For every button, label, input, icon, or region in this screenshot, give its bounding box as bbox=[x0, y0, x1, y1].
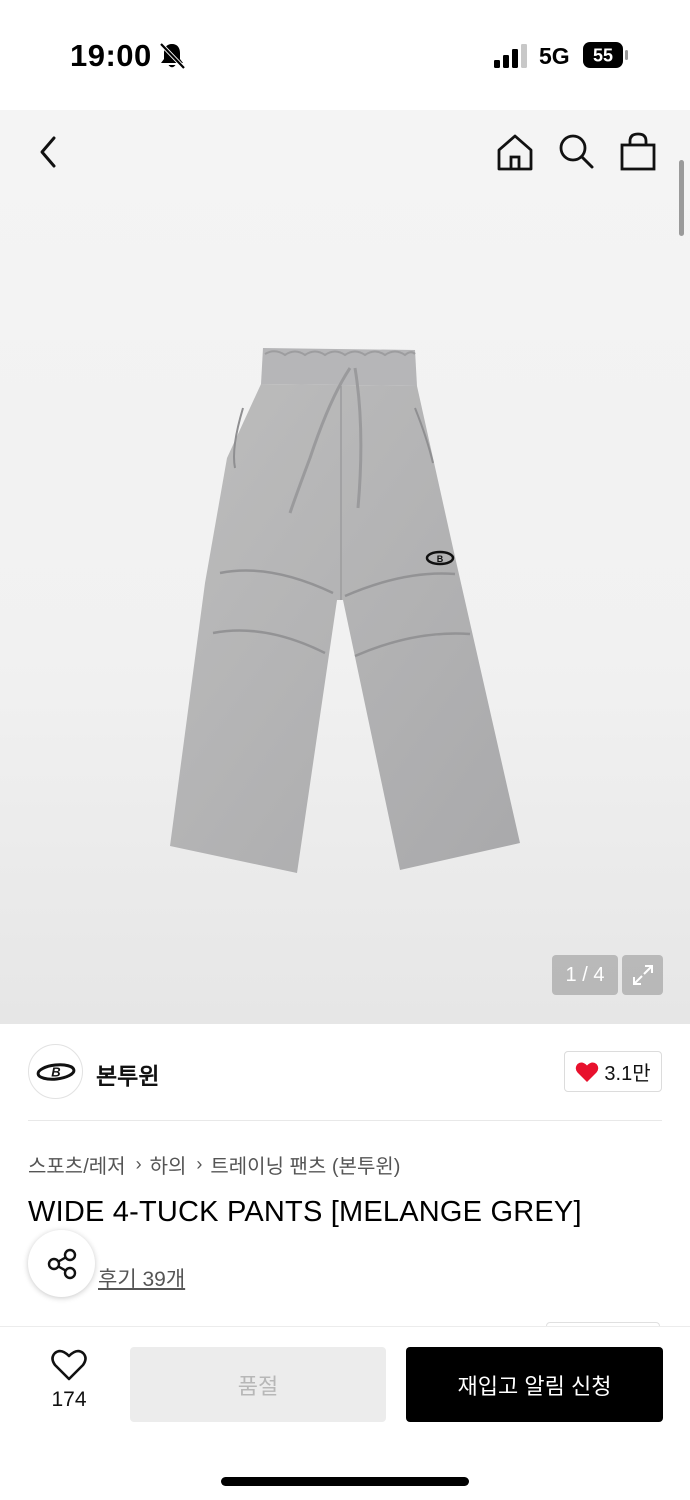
heart-filled-icon bbox=[576, 1062, 599, 1082]
brand-row: B 본투윈 3.1만 bbox=[0, 1024, 690, 1120]
bottom-action-bar: 174 품절 재입고 알림 신청 bbox=[0, 1326, 690, 1500]
home-icon[interactable] bbox=[493, 130, 537, 174]
status-bar: 19:00 5G 55 bbox=[0, 0, 690, 110]
chevron-right-icon: › bbox=[196, 1154, 203, 1174]
image-pager: 1 / 4 bbox=[552, 955, 618, 995]
battery-icon: 55 bbox=[583, 42, 628, 68]
restock-alert-button[interactable]: 재입고 알림 신청 bbox=[406, 1347, 663, 1422]
status-time: 19:00 bbox=[70, 38, 152, 73]
svg-text:B: B bbox=[437, 554, 444, 564]
battery-level: 55 bbox=[593, 46, 613, 66]
bell-off-icon bbox=[159, 42, 186, 70]
breadcrumb-item-subcategory[interactable]: 하의 bbox=[150, 1150, 187, 1179]
chevron-right-icon: › bbox=[135, 1154, 142, 1174]
wishlist-button[interactable]: 174 bbox=[38, 1349, 100, 1421]
product-image-pants: B bbox=[170, 348, 520, 873]
top-nav bbox=[0, 110, 690, 200]
home-indicator[interactable] bbox=[221, 1477, 469, 1486]
brand-like-count: 3.1만 bbox=[604, 1063, 651, 1085]
share-button[interactable] bbox=[28, 1230, 95, 1297]
shopping-bag-icon[interactable] bbox=[616, 130, 660, 174]
breadcrumb: 스포츠/레저 › 하의 › 트레이닝 팬츠 (본투윈) bbox=[28, 1150, 400, 1179]
expand-button[interactable] bbox=[622, 955, 663, 995]
wishlist-count: 174 bbox=[51, 1388, 87, 1411]
expand-icon bbox=[632, 965, 653, 985]
product-title: WIDE 4-TUCK PANTS [MELANGE GREY] bbox=[28, 1196, 582, 1228]
divider bbox=[28, 1120, 662, 1121]
share-icon bbox=[47, 1248, 76, 1279]
soldout-button: 품절 bbox=[130, 1347, 386, 1422]
back-arrow-icon[interactable] bbox=[26, 130, 70, 174]
review-link[interactable]: 후기 39개 bbox=[98, 1263, 185, 1293]
brand-logo-mark: B bbox=[36, 1062, 75, 1081]
search-icon[interactable] bbox=[554, 130, 598, 174]
scrollbar[interactable] bbox=[679, 160, 684, 236]
cellular-signal-icon bbox=[494, 44, 527, 68]
svg-text:B: B bbox=[51, 1064, 60, 1079]
network-type: 5G bbox=[539, 43, 570, 69]
brand-logo[interactable]: B bbox=[28, 1044, 83, 1099]
brand-name[interactable]: 본투윈 bbox=[96, 1057, 159, 1091]
brand-like-button[interactable]: 3.1만 bbox=[564, 1051, 662, 1092]
breadcrumb-item-detail[interactable]: 트레이닝 팬츠 (본투윈) bbox=[210, 1150, 400, 1179]
heart-outline-icon bbox=[51, 1349, 87, 1381]
breadcrumb-item-category[interactable]: 스포츠/레저 bbox=[28, 1150, 126, 1179]
